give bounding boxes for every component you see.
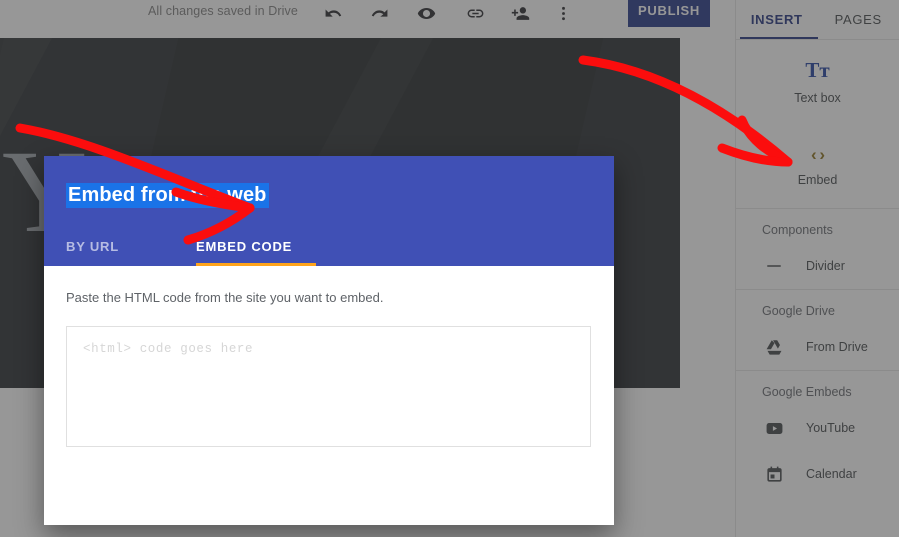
- tab-by-url[interactable]: BY URL: [66, 226, 196, 266]
- tab-embed-code[interactable]: EMBED CODE: [196, 226, 316, 266]
- dialog-header: Embed from the web BY URL EMBED CODE: [44, 156, 614, 266]
- screenshot-root: Y All changes saved in Drive: [0, 0, 899, 537]
- dialog-tabs: BY URL EMBED CODE: [66, 226, 316, 266]
- dialog-title: Embed from the web: [66, 183, 269, 208]
- dialog-instruction: Paste the HTML code from the site you wa…: [66, 290, 384, 305]
- dialog-body: Paste the HTML code from the site you wa…: [44, 266, 614, 452]
- embed-code-textarea[interactable]: [66, 326, 591, 447]
- embed-from-web-dialog: Embed from the web BY URL EMBED CODE Pas…: [44, 156, 614, 525]
